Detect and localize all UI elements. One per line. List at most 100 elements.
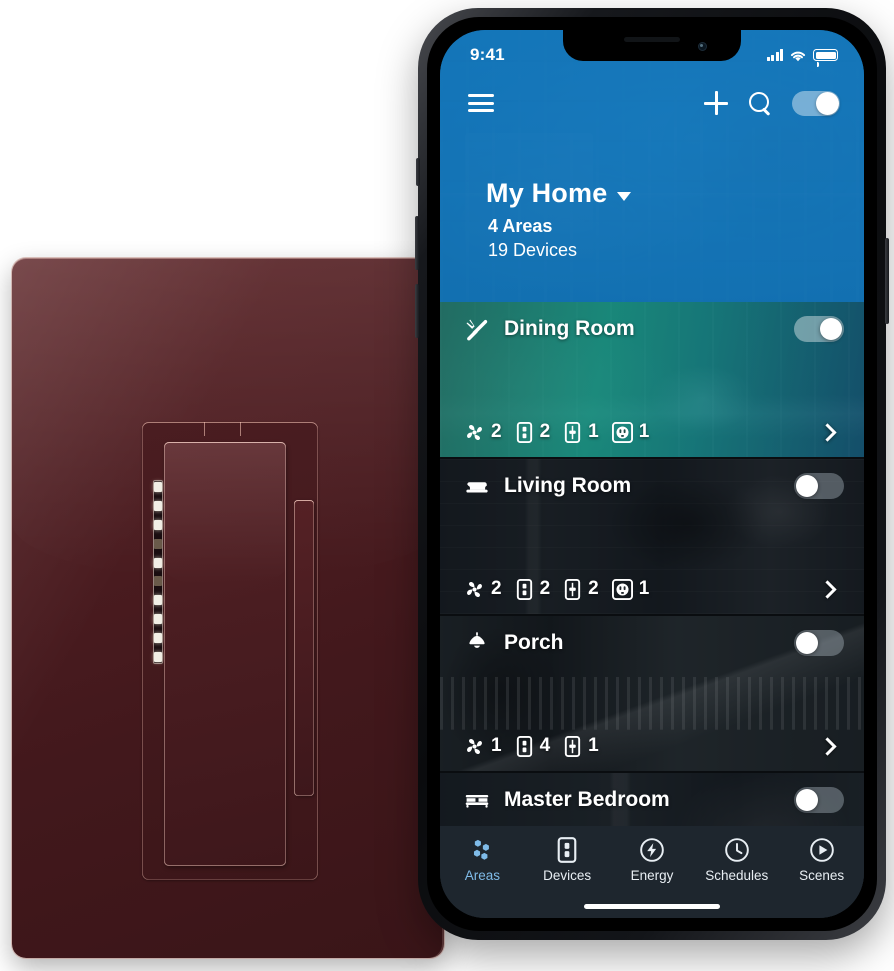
device-counts: 1 4 1: [464, 735, 599, 757]
phone-frame: 9:41 My Home 4 Areas 19 Devices Dining R…: [415, 8, 889, 940]
device-count-outlet: 1: [611, 421, 650, 443]
device-count-switch: 2: [515, 578, 551, 600]
tab-label: Energy: [630, 868, 674, 883]
status-bar-indicators: [766, 49, 838, 62]
led-segment: [154, 538, 162, 549]
home-summary: My Home 4 Areas 19 Devices: [440, 132, 864, 261]
dimmer-icon: [565, 735, 581, 757]
led-segment: [154, 482, 162, 492]
area-toggle-living-room[interactable]: [794, 473, 844, 499]
switch-icon: [516, 421, 532, 443]
toggle-knob: [796, 475, 818, 497]
area-card-living-room[interactable]: Living Room 2 2 2 1: [440, 459, 864, 616]
device-count-dimmer: 1: [563, 421, 599, 443]
area-name: Dining Room: [504, 317, 635, 340]
toggle-knob: [816, 91, 839, 115]
count-value: 1: [638, 578, 650, 599]
volume-down-button[interactable]: [415, 284, 419, 338]
device-count-switch: 4: [515, 735, 551, 757]
device-count-fan: 2: [464, 578, 502, 600]
count-value: 1: [491, 735, 502, 756]
fan-icon: [467, 424, 482, 440]
play-circle-icon: [809, 838, 834, 862]
device-count-switch: 2: [515, 421, 551, 443]
paddle-gloss: [164, 442, 286, 587]
tab-energy[interactable]: Energy: [615, 837, 689, 883]
status-bar-time: 9:41: [470, 45, 505, 64]
search-icon[interactable]: [748, 91, 772, 115]
area-toggle-dining-room[interactable]: [794, 316, 844, 342]
count-value: 1: [588, 421, 599, 442]
switch-icon: [516, 578, 532, 600]
tab-scenes[interactable]: Scenes: [785, 837, 859, 883]
area-card-dining-room[interactable]: Dining Room 2 2 1 1: [440, 302, 864, 459]
chevron-right-icon[interactable]: [818, 579, 837, 599]
power-button[interactable]: [885, 238, 889, 324]
screenshot-root: 9:41 My Home 4 Areas 19 Devices Dining R…: [0, 0, 894, 971]
dimmer-seam-right: [240, 422, 241, 436]
chevron-down-icon[interactable]: [617, 191, 632, 201]
app-header: 9:41 My Home 4 Areas 19 Devices: [440, 30, 864, 302]
led-segment: [154, 576, 162, 587]
area-name: Master Bedroom: [504, 788, 670, 811]
volume-up-button[interactable]: [415, 216, 419, 270]
dimmer-icon: [565, 421, 581, 443]
pendant-lamp-icon: [469, 632, 485, 648]
count-value: 2: [539, 578, 551, 599]
outlet-icon: [611, 578, 633, 600]
dimmer-paddle-button[interactable]: [164, 442, 286, 866]
earpiece-speaker-icon: [624, 37, 680, 42]
device-count-outlet: 1: [611, 578, 650, 600]
area-name: Living Room: [504, 474, 632, 497]
area-toggle-master-bedroom[interactable]: [794, 787, 844, 813]
count-value: 2: [491, 421, 502, 442]
device-counts: 2 2: [464, 578, 649, 600]
fan-icon: [467, 581, 482, 597]
switch-icon: [557, 837, 577, 863]
count-value: 2: [539, 421, 551, 442]
count-value: 2: [588, 578, 599, 599]
clock-icon: [724, 838, 749, 862]
plus-icon[interactable]: [704, 91, 728, 115]
cutlery-icon: [466, 319, 488, 341]
tab-label: Areas: [464, 868, 501, 883]
device-count-dimmer: 1: [563, 735, 599, 757]
master-power-toggle[interactable]: [792, 90, 840, 116]
tab-areas[interactable]: Areas: [445, 837, 519, 883]
area-card-porch[interactable]: Porch 1 4 1: [440, 616, 864, 773]
sofa-icon: [466, 482, 488, 493]
led-segment: [154, 500, 162, 511]
dimmer-seam-left: [204, 422, 205, 436]
notch: [563, 30, 741, 61]
count-value: 2: [491, 578, 502, 599]
areas-count: 4 Areas: [488, 216, 553, 236]
area-toggle-porch[interactable]: [794, 630, 844, 656]
led-segment: [154, 595, 162, 606]
dimmer-level-rocker[interactable]: [294, 500, 314, 796]
smartphone-mockup: 9:41 My Home 4 Areas 19 Devices Dining R…: [415, 8, 889, 940]
fan-icon: [467, 738, 482, 754]
device-count-fan: 1: [464, 735, 502, 757]
tab-schedules[interactable]: Schedules: [700, 837, 774, 883]
count-value: 1: [638, 421, 650, 442]
chevron-right-icon[interactable]: [818, 422, 837, 442]
count-value: 1: [588, 735, 599, 756]
home-name: My Home: [486, 178, 608, 208]
led-segment: [154, 519, 162, 530]
smart-dimmer-switch-product: [12, 258, 444, 958]
count-value: 4: [539, 735, 551, 756]
led-segment: [154, 557, 162, 568]
tab-label: Scenes: [799, 868, 845, 883]
front-camera-icon: [698, 42, 707, 51]
hamburger-menu-icon[interactable]: [468, 94, 494, 112]
toggle-knob: [796, 632, 818, 654]
tab-devices[interactable]: Devices: [530, 837, 604, 883]
bolt-circle-icon: [640, 838, 664, 862]
home-indicator[interactable]: [584, 904, 720, 909]
mute-switch[interactable]: [416, 158, 420, 186]
battery-full-icon: [813, 49, 838, 61]
bed-icon: [465, 795, 489, 808]
chevron-right-icon[interactable]: [818, 736, 837, 756]
home-selector[interactable]: My Home: [486, 178, 864, 209]
device-counts: 2 2: [464, 421, 649, 443]
